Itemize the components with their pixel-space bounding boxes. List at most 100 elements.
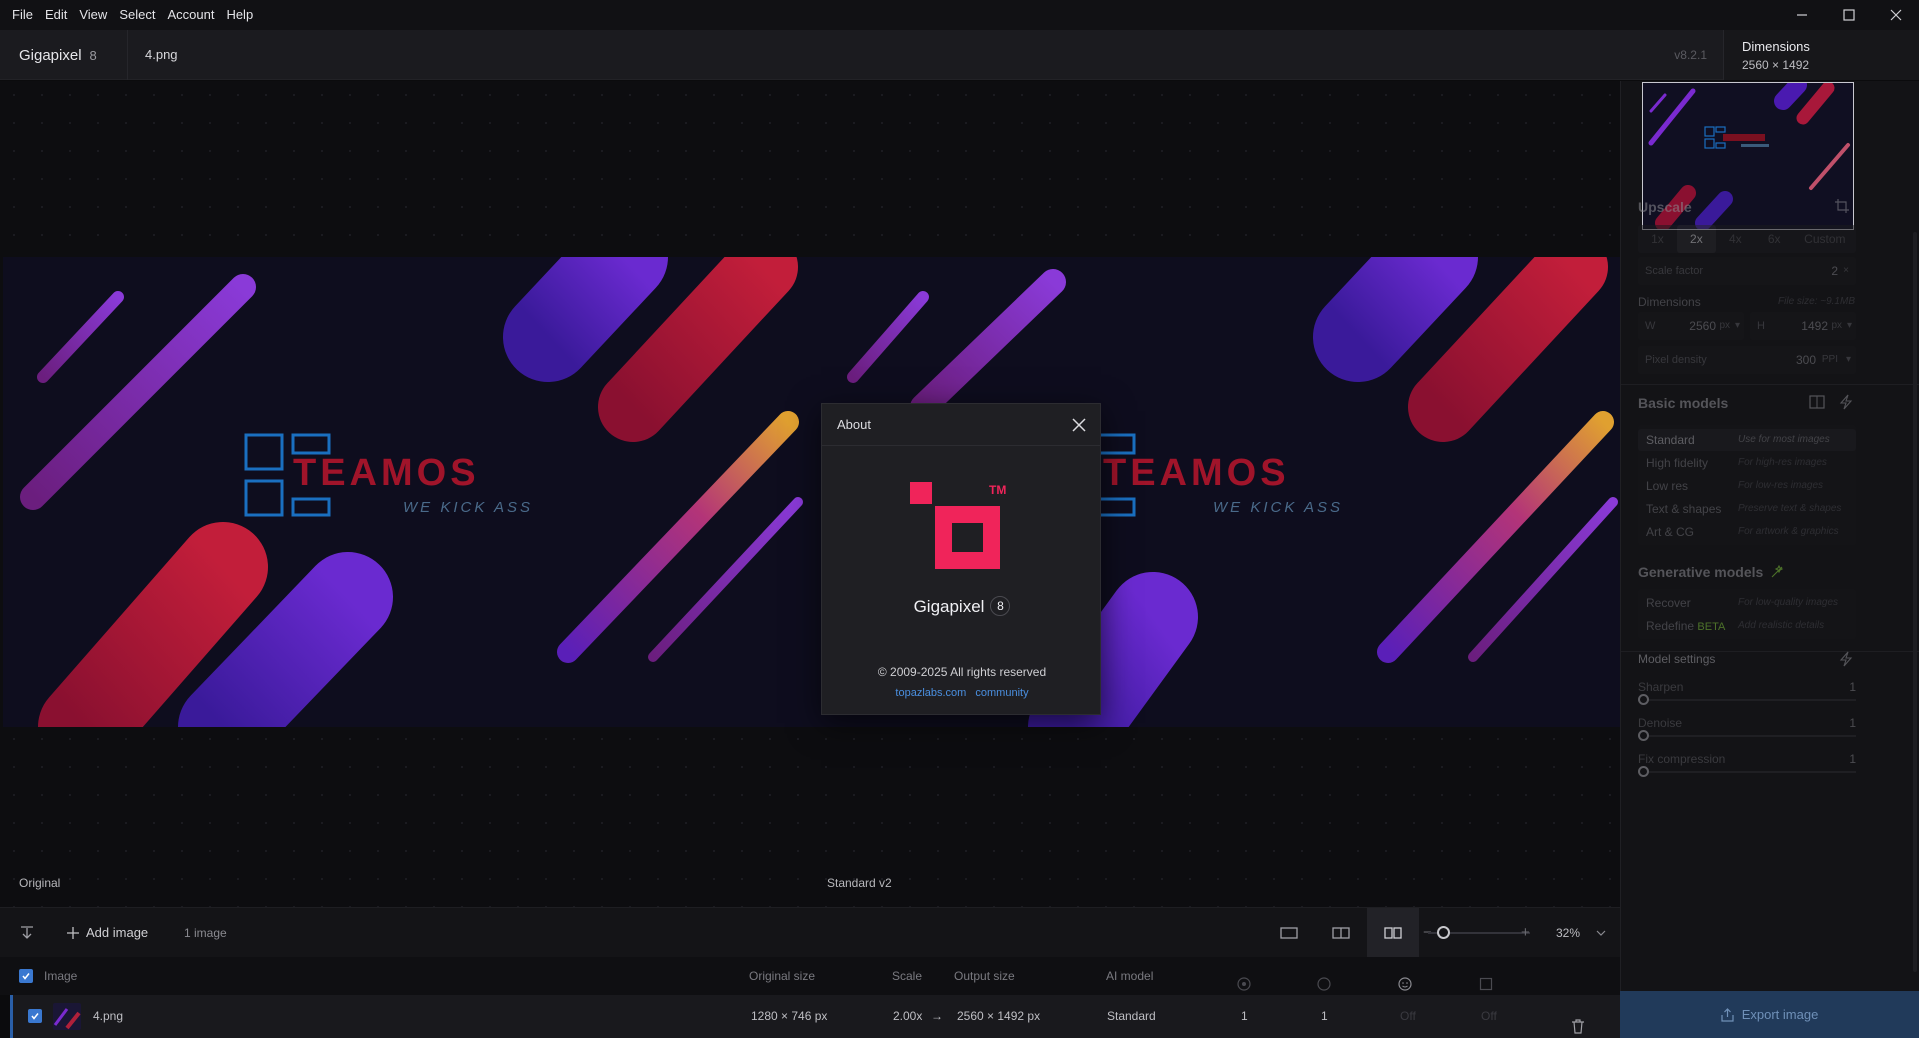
scale-factor-field[interactable]: Scale factor 2 × (1638, 257, 1856, 285)
divider (127, 30, 128, 80)
bottom-toolbar: Add image 1 image − + 32% (0, 907, 1620, 958)
upscale-title: Upscale (1638, 199, 1692, 215)
scale-1x[interactable]: 1x (1638, 225, 1677, 253)
scale-custom[interactable]: Custom (1794, 225, 1856, 253)
community-link[interactable]: community (975, 687, 1028, 699)
current-filename: 4.png (145, 47, 178, 62)
minimize-icon (1796, 14, 1807, 16)
single-view-button[interactable] (1263, 908, 1315, 958)
copyright-text: © 2009-2025 All rights reserved (877, 665, 1047, 679)
model-recover[interactable]: Recover For low-quality images (1638, 592, 1856, 614)
export-label: Export image (1741, 1007, 1819, 1022)
close-window-button[interactable] (1872, 0, 1919, 30)
chevron-down-icon (1596, 930, 1606, 936)
title-bar: File Edit View Select Account Help (0, 0, 1919, 30)
menu-view[interactable]: View (73, 0, 113, 30)
file-size: File size: ~9.1MB (1778, 296, 1855, 307)
model-text-shapes[interactable]: Text & shapes Preserve text & shapes (1638, 498, 1856, 520)
close-dialog-button[interactable] (1068, 414, 1090, 436)
preview-canvas[interactable]: TEAMOS WE KICK ASS TEAMOS WE KICK ASS Or… (0, 81, 1620, 907)
scale-factor-value: 2 (1831, 264, 1838, 278)
brand-version: 8 (89, 47, 97, 63)
fix-compression-slider[interactable]: Fix compression 1 (1638, 752, 1856, 786)
width-label: W (1645, 320, 1656, 332)
col-scale[interactable]: Scale (892, 957, 922, 995)
scale-4x[interactable]: 4x (1716, 225, 1755, 253)
pixel-density-label: Pixel density (1645, 354, 1707, 366)
menu-account[interactable]: Account (161, 0, 220, 30)
scale-selector: 1x 2x 4x 6x Custom (1638, 225, 1856, 253)
model-standard[interactable]: Standard Use for most images (1638, 429, 1856, 451)
dimensions-value: 2560 × 1492 (1742, 58, 1810, 72)
brand: Gigapixel 8 (19, 30, 97, 80)
auto-settings-button[interactable] (1839, 651, 1853, 672)
col-original-size[interactable]: Original size (749, 957, 815, 995)
topazlabs-link[interactable]: topazlabs.com (895, 687, 966, 699)
zoom-slider-handle[interactable] (1437, 926, 1450, 939)
about-app-name: Gigapixel 8 (822, 596, 1102, 617)
sharpen-slider[interactable]: Sharpen 1 (1638, 680, 1856, 714)
compare-models-button[interactable] (1809, 394, 1825, 415)
menu-select[interactable]: Select (113, 0, 161, 30)
row-thumbnail (53, 1003, 81, 1030)
slider-handle[interactable] (1638, 694, 1649, 705)
ppi-unit: PPI (1821, 354, 1838, 365)
scale-6x[interactable]: 6x (1755, 225, 1794, 253)
width-value: 2560 (1689, 319, 1716, 333)
col-image[interactable]: Image (44, 957, 77, 995)
model-art-cg[interactable]: Art & CG For artwork & graphics (1638, 521, 1856, 543)
slider-handle[interactable] (1638, 766, 1649, 777)
divider (1621, 384, 1919, 385)
delete-row-button[interactable] (1571, 1009, 1585, 1038)
zoom-in-button[interactable]: + (1521, 908, 1530, 958)
select-all-checkbox[interactable] (19, 969, 33, 983)
panel-scrollbar[interactable] (1913, 232, 1917, 972)
zoom-level[interactable]: 32% (1556, 908, 1580, 958)
denoise-slider[interactable]: Denoise 1 (1638, 716, 1856, 750)
collapse-list-button[interactable] (16, 922, 38, 944)
about-links: topazlabs.com community (822, 687, 1102, 699)
model-redefine[interactable]: Redefine BETA Add realistic details (1638, 615, 1856, 637)
table-row[interactable]: 4.png 1280 × 746 px 2.00x → 2560 × 1492 … (10, 995, 1620, 1038)
slider-handle[interactable] (1638, 730, 1649, 741)
sparkle-icon (1771, 564, 1784, 578)
teamos-text-right: TEAMOS (1103, 452, 1290, 494)
col-output-size[interactable]: Output size (954, 957, 1015, 995)
single-view-icon (1280, 927, 1298, 939)
minimize-button[interactable] (1778, 0, 1825, 30)
row-face: Off (1400, 1009, 1416, 1023)
generative-models-title: Generative models (1638, 564, 1784, 580)
auto-model-button[interactable] (1839, 394, 1853, 415)
pixel-density-field[interactable]: Pixel density 300 PPI ▾ (1638, 346, 1856, 374)
width-field[interactable]: W 2560 px ▾ (1638, 312, 1744, 340)
crop-button[interactable] (1835, 199, 1849, 218)
lightning-icon (1839, 394, 1853, 410)
row-checkbox[interactable] (28, 1009, 42, 1023)
gigapixel-app: File Edit View Select Account Help Gigap… (0, 0, 1919, 1038)
menu-bar: File Edit View Select Account Help (0, 0, 259, 30)
scale-2x[interactable]: 2x (1676, 225, 1716, 253)
menu-file[interactable]: File (6, 0, 39, 30)
model-low-res[interactable]: Low res For low-res images (1638, 475, 1856, 497)
menu-help[interactable]: Help (220, 0, 259, 30)
split-view-button[interactable] (1315, 908, 1367, 958)
app-header: Gigapixel 8 4.png v8.2.1 Dimensions 2560… (0, 30, 1919, 80)
tagline-text-right: WE KICK ASS (1213, 499, 1343, 516)
model-high-fidelity[interactable]: High fidelity For high-res images (1638, 452, 1856, 474)
add-image-button[interactable]: Add image (66, 908, 148, 958)
maximize-button[interactable] (1825, 0, 1872, 30)
model-label: Standard v2 (827, 876, 892, 890)
export-icon (1721, 1007, 1734, 1022)
export-image-button[interactable]: Export image (1620, 991, 1919, 1038)
height-field[interactable]: H 1492 px ▾ (1750, 312, 1856, 340)
side-by-side-view-button[interactable] (1367, 908, 1419, 958)
preview-left-half: TEAMOS WE KICK ASS (20, 257, 803, 727)
image-preview[interactable]: TEAMOS WE KICK ASS TEAMOS WE KICK ASS (3, 257, 1620, 727)
original-label: Original (19, 876, 61, 890)
image-table-header: Image Original size Scale Output size AI… (0, 957, 1620, 995)
dimensions-title: Dimensions (1638, 295, 1701, 309)
zoom-dropdown[interactable] (1590, 922, 1612, 944)
close-icon (1890, 9, 1901, 21)
col-ai-model[interactable]: AI model (1106, 957, 1153, 995)
menu-edit[interactable]: Edit (39, 0, 73, 30)
